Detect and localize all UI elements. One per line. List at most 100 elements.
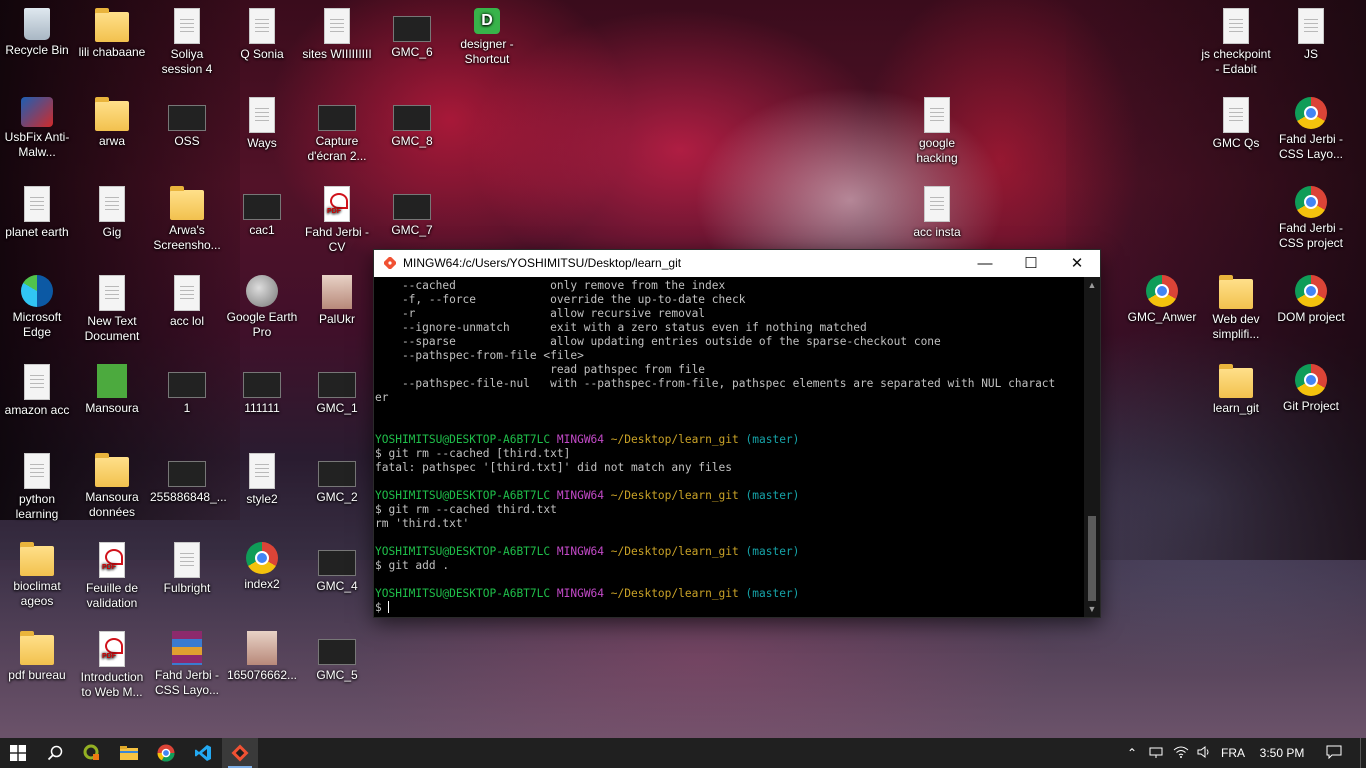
search-button[interactable] — [37, 738, 73, 768]
desktop-icon[interactable]: Ddesigner - Shortcut — [450, 8, 524, 67]
terminal-output[interactable]: --cached only remove from the index -f, … — [375, 279, 1083, 615]
desktop-icon[interactable]: GMC_2 — [300, 453, 374, 505]
scrollbar-thumb[interactable] — [1088, 516, 1096, 601]
desktop-icon[interactable]: Q Sonia — [225, 8, 299, 62]
desktop-icon[interactable]: Soliya session 4 — [150, 8, 224, 77]
desktop-icon[interactable]: bioclimat ageos — [0, 542, 74, 609]
qgis-icon — [83, 744, 99, 760]
terminal-input[interactable]: $ — [375, 601, 388, 614]
desktop-icon[interactable]: New Text Document — [75, 275, 149, 344]
desktop-icon[interactable]: GMC_6 — [375, 8, 449, 60]
desktop-icon[interactable]: Fahd Jerbi - CV — [300, 186, 374, 255]
desktop-icon[interactable]: Recycle Bin — [0, 8, 74, 58]
desktop-icon[interactable]: Web dev simplifi... — [1199, 275, 1273, 342]
desktop-icon-label: GMC_5 — [316, 668, 358, 682]
terminal-scrollbar[interactable]: ▲ ▼ — [1084, 277, 1100, 617]
desktop-icon[interactable]: Introduction to Web M... — [75, 631, 149, 700]
network-device-icon[interactable] — [1146, 738, 1166, 768]
desktop-icon[interactable]: Google Earth Pro — [225, 275, 299, 340]
scroll-up-icon[interactable]: ▲ — [1084, 277, 1100, 293]
desktop-icon-label: GMC_2 — [316, 490, 358, 504]
desktop-icon[interactable]: GMC Qs — [1199, 97, 1273, 151]
desktop-icon[interactable]: Git Project — [1274, 364, 1348, 414]
terminal-line: --pathspec-from-file <file> — [375, 349, 584, 362]
thumb-icon — [318, 639, 356, 665]
desktop-icon[interactable]: 255886848_... — [150, 453, 227, 505]
desktop-icon[interactable]: lili chabaane — [75, 8, 149, 60]
qgis-button[interactable] — [74, 738, 110, 768]
desktop-icon[interactable]: GMC_1 — [300, 364, 374, 416]
desktop-icon[interactable]: sites WIIIIIIIII — [300, 8, 374, 62]
desktop-icon[interactable]: GMC_7 — [375, 186, 449, 238]
desktop-icon[interactable]: planet earth — [0, 186, 74, 240]
file-explorer-button[interactable] — [111, 738, 147, 768]
volume-icon[interactable] — [1194, 738, 1214, 768]
desktop-icon[interactable]: 111111 — [225, 364, 299, 416]
desktop-icon[interactable]: amazon acc — [0, 364, 74, 418]
desktop-icon[interactable]: Fahd Jerbi - CSS project — [1274, 186, 1348, 251]
vscode-button[interactable] — [185, 738, 221, 768]
desktop-icon[interactable]: Mansoura données — [75, 453, 149, 520]
maximize-button[interactable]: ☐ — [1008, 250, 1054, 277]
window-title-bar[interactable]: MINGW64:/c/Users/YOSHIMITSU/Desktop/lear… — [374, 250, 1100, 277]
desktop-icon[interactable]: Microsoft Edge — [0, 275, 74, 340]
desktop-icon[interactable]: DOM project — [1274, 275, 1348, 325]
desktop-icon[interactable]: 165076662... — [225, 631, 299, 683]
scroll-down-icon[interactable]: ▼ — [1084, 601, 1100, 617]
desktop-icon[interactable]: Fulbright — [150, 542, 224, 596]
desktop-icon[interactable]: cac1 — [225, 186, 299, 238]
desktop-icon-label: learn_git — [1212, 401, 1260, 415]
doc-icon — [174, 542, 200, 578]
desktop-icon[interactable]: js checkpoint - Edabit — [1199, 8, 1273, 77]
clock[interactable]: 3:50 PM — [1252, 738, 1312, 768]
desktop-icon[interactable]: Gig — [75, 186, 149, 240]
thumb-icon — [318, 550, 356, 576]
desktop-icon[interactable]: GMC_8 — [375, 97, 449, 149]
desktop-icon[interactable]: Fahd Jerbi - CSS Layo... — [1274, 97, 1348, 162]
prompt-system: MINGW64 — [556, 489, 605, 502]
input-language[interactable]: FRA — [1216, 738, 1250, 768]
desktop-icon-label: GMC Qs — [1212, 136, 1260, 150]
desktop-icon[interactable]: GMC_4 — [300, 542, 374, 594]
desktop-icon[interactable]: acc lol — [150, 275, 224, 329]
git-bash-window[interactable]: MINGW64:/c/Users/YOSHIMITSU/Desktop/lear… — [374, 250, 1100, 617]
desktop-icon[interactable]: GMC_Anwer — [1125, 275, 1199, 325]
start-button[interactable] — [0, 738, 36, 768]
desktop-icon[interactable]: index2 — [225, 542, 299, 592]
desktop-icon[interactable]: pdf bureau — [0, 631, 74, 683]
minimize-button[interactable]: — — [962, 250, 1008, 277]
show-hidden-icons-icon[interactable]: ⌃ — [1122, 738, 1142, 768]
desktop-icon[interactable]: style2 — [225, 453, 299, 507]
doc-icon — [174, 8, 200, 44]
desktop-icon[interactable]: learn_git — [1199, 364, 1273, 416]
desktop-icon[interactable]: Capture d'écran 2... — [300, 97, 374, 164]
desktop-icon[interactable]: PalUkr — [300, 275, 374, 327]
desktop-icon[interactable]: arwa — [75, 97, 149, 149]
desktop-icon[interactable]: 1 — [150, 364, 224, 416]
chrome-taskbar-button[interactable] — [148, 738, 184, 768]
wifi-icon[interactable] — [1170, 738, 1192, 768]
desktop-icon[interactable]: Fahd Jerbi - CSS Layo... — [150, 631, 224, 698]
desktop-icon[interactable]: OSS — [150, 97, 224, 149]
desktop-icon[interactable]: UsbFix Anti-Malw... — [0, 97, 74, 160]
terminal-prompt: YOSHIMITSU@DESKTOP-A6BT7LC MINGW64 ~/Des… — [375, 433, 1083, 447]
desktop-icon[interactable]: Mansoura — [75, 364, 149, 416]
terminal-input-line[interactable]: $ — [375, 601, 1083, 615]
desktop-icon[interactable]: python learning — [0, 453, 74, 522]
thumb-icon — [168, 105, 206, 131]
desktop-icon[interactable]: Arwa's Screensho... — [150, 186, 224, 253]
show-desktop-button[interactable] — [1360, 738, 1366, 768]
desktop-icon[interactable]: Ways — [225, 97, 299, 151]
desktop-icon[interactable]: Feuille de validation — [75, 542, 149, 611]
notifications-icon[interactable] — [1320, 738, 1348, 768]
git-bash-taskbar-button[interactable] — [222, 738, 258, 768]
desktop-icon[interactable]: JS — [1274, 8, 1348, 62]
prompt-path: ~/Desktop/learn_git — [610, 489, 739, 502]
terminal-line: fatal: pathspec '[third.txt]' did not ma… — [375, 461, 732, 474]
doc-icon — [249, 97, 275, 133]
desktop-icon[interactable]: google hacking — [900, 97, 974, 166]
desktop-icon[interactable]: acc insta — [900, 186, 974, 240]
desktop-icon[interactable]: GMC_5 — [300, 631, 374, 683]
close-button[interactable]: ✕ — [1054, 250, 1100, 277]
